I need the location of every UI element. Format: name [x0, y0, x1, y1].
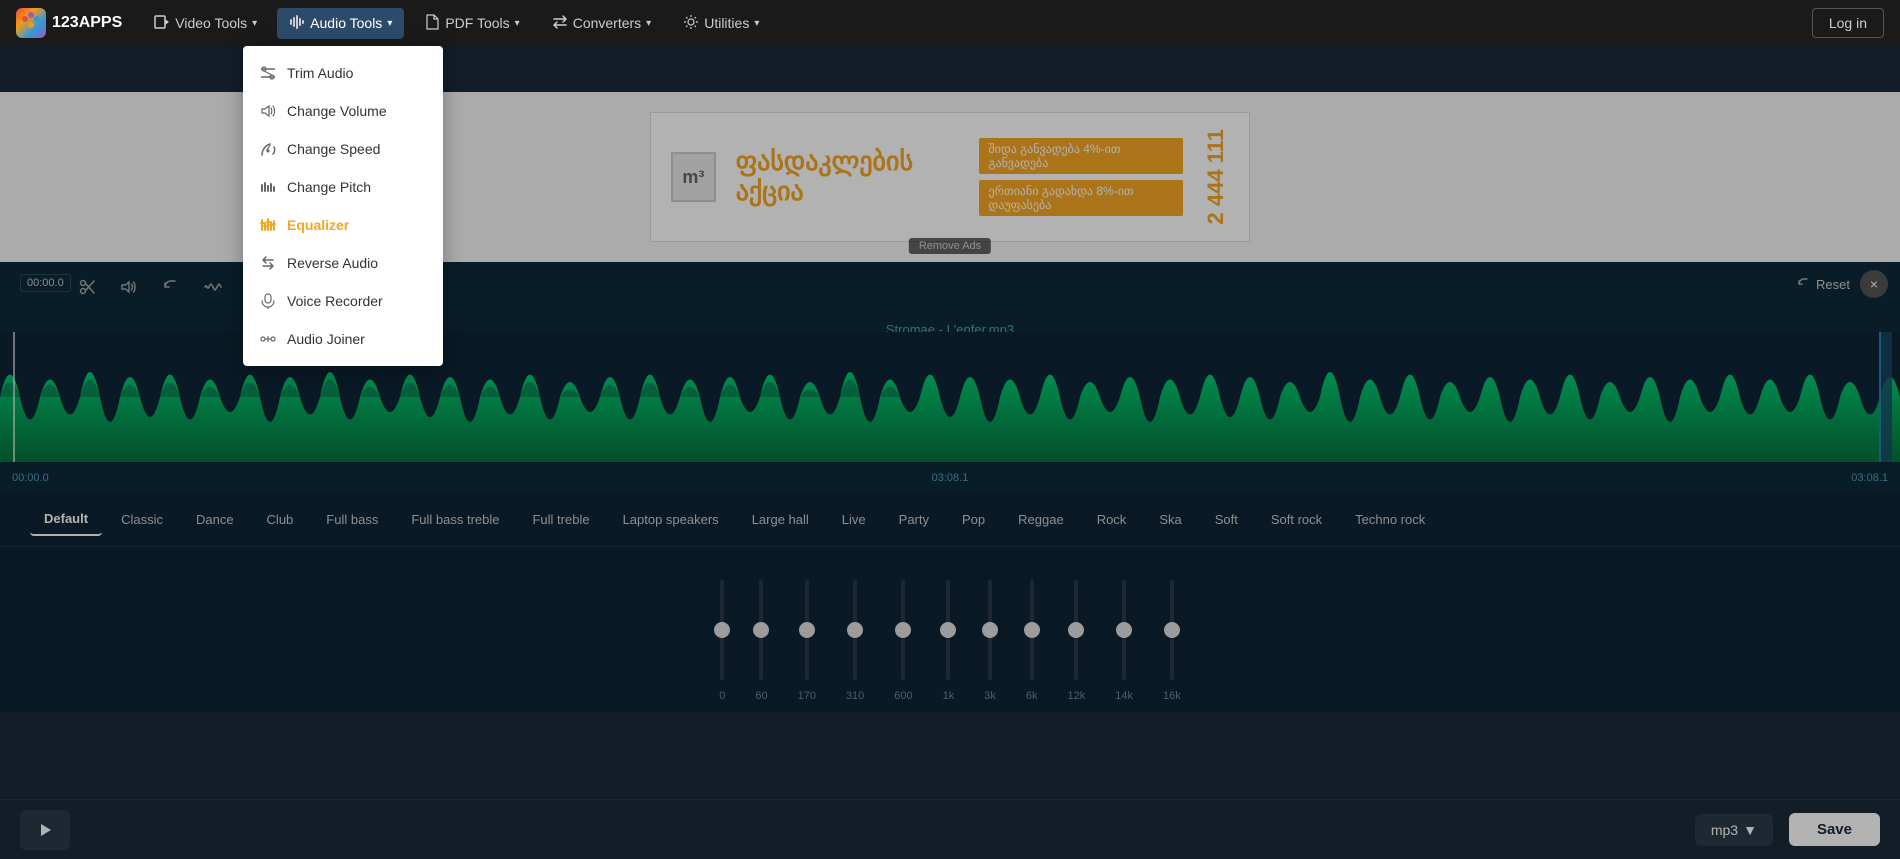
dropdown-change-volume[interactable]: Change Volume: [243, 92, 443, 130]
nav-utilities[interactable]: Utilities ▾: [671, 8, 771, 39]
audio-tools-dropdown: Trim Audio Change Volume Change Speed: [243, 46, 443, 366]
nav-audio-tools[interactable]: Audio Tools ▾: [277, 8, 404, 39]
pdf-icon: [424, 14, 440, 33]
video-chevron-icon: ▾: [252, 18, 257, 29]
equalizer-icon: [259, 216, 277, 234]
pitch-icon: [259, 178, 277, 196]
nav-converters[interactable]: Converters ▾: [540, 8, 664, 39]
converters-chevron-icon: ▾: [646, 18, 651, 29]
dropdown-change-speed[interactable]: Change Speed: [243, 130, 443, 168]
logo-icon: [16, 8, 46, 38]
dropdown-audio-joiner[interactable]: Audio Joiner: [243, 320, 443, 358]
nav-pdf-tools[interactable]: PDF Tools ▾: [412, 8, 531, 39]
utilities-chevron-icon: ▾: [754, 18, 759, 29]
trim-icon: [259, 64, 277, 82]
navbar: 123APPS Video Tools ▾ Audio Tools ▾: [0, 0, 1900, 46]
logo[interactable]: 123APPS: [16, 8, 122, 38]
joiner-icon: [259, 330, 277, 348]
mic-icon: [259, 292, 277, 310]
audio-icon: [289, 14, 305, 33]
dropdown-trim-audio[interactable]: Trim Audio: [243, 54, 443, 92]
speed-icon: [259, 140, 277, 158]
dropdown-equalizer[interactable]: Equalizer: [243, 206, 443, 244]
dropdown-change-pitch[interactable]: Change Pitch: [243, 168, 443, 206]
logo-text: 123APPS: [52, 14, 122, 32]
dropdown-voice-recorder[interactable]: Voice Recorder: [243, 282, 443, 320]
volume-icon: [259, 102, 277, 120]
dropdown-reverse-audio[interactable]: Reverse Audio: [243, 244, 443, 282]
audio-chevron-icon: ▾: [387, 18, 392, 29]
video-icon: [154, 14, 170, 33]
nav-video-tools[interactable]: Video Tools ▾: [142, 8, 269, 39]
pdf-chevron-icon: ▾: [515, 18, 520, 29]
utilities-icon: [683, 14, 699, 33]
reverse-icon: [259, 254, 277, 272]
converters-icon: [552, 14, 568, 33]
login-button[interactable]: Log in: [1812, 8, 1884, 38]
